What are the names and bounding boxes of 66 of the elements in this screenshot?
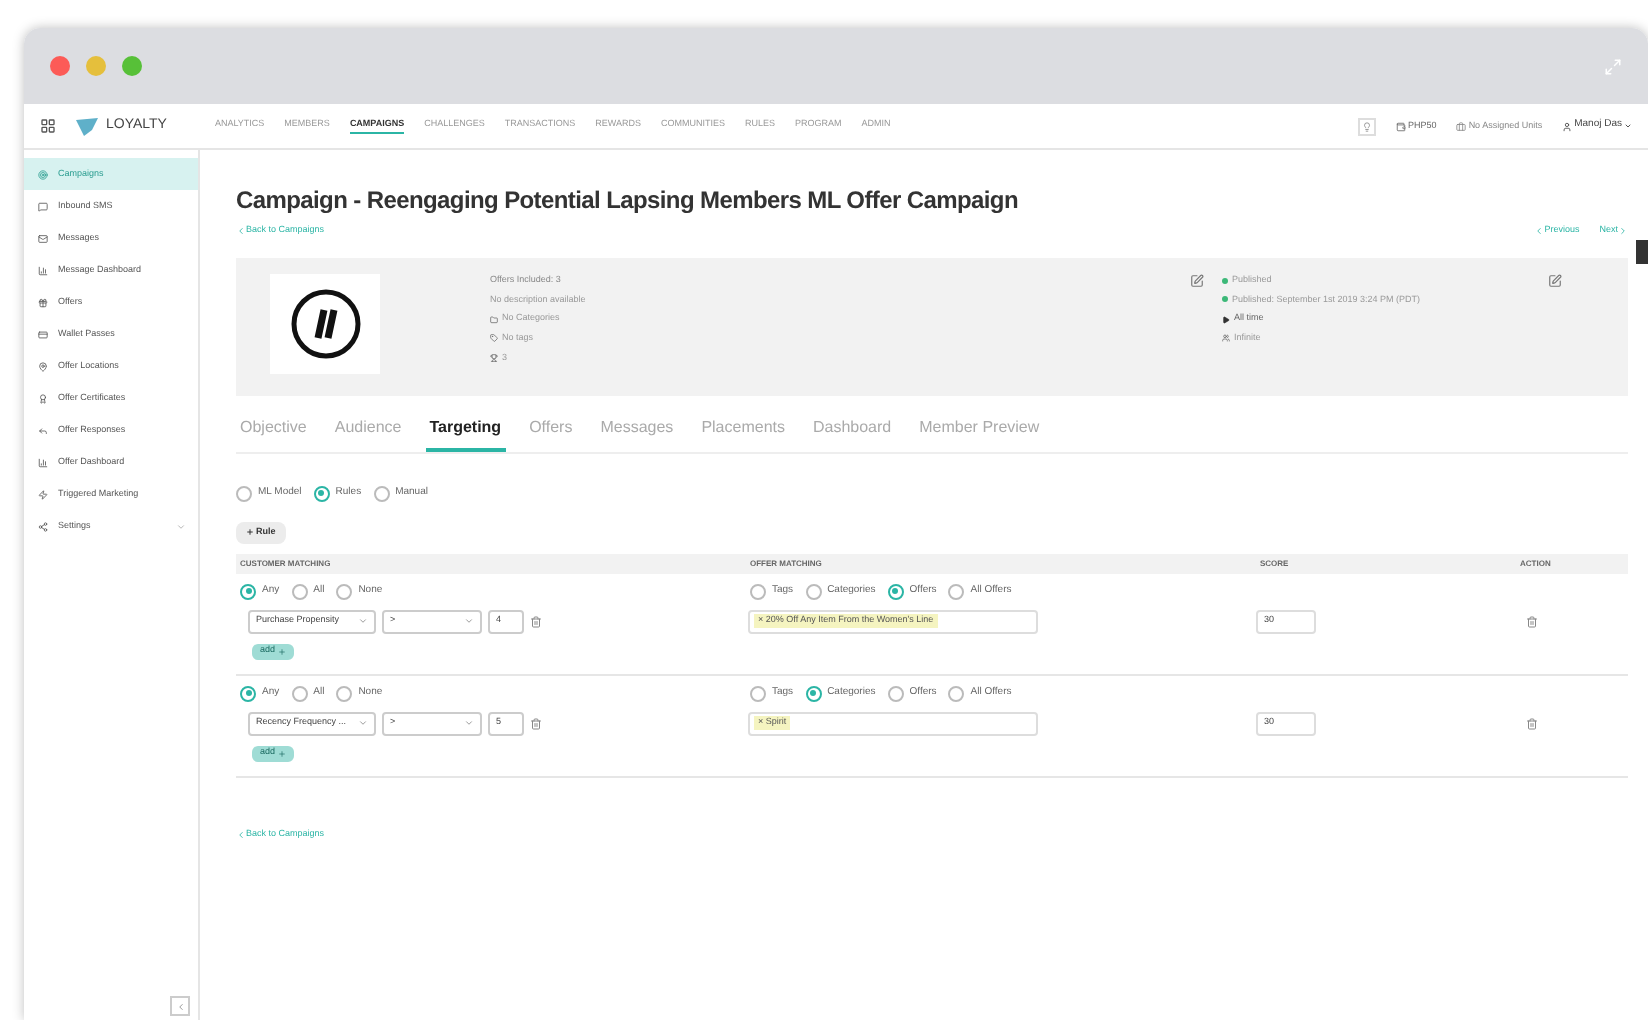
radio-button[interactable] bbox=[948, 685, 965, 702]
tag-icon bbox=[490, 334, 498, 343]
wallet-icon bbox=[1396, 121, 1407, 131]
radio-button[interactable] bbox=[336, 685, 353, 702]
chevron-left-icon bbox=[236, 225, 246, 236]
radio-button[interactable] bbox=[887, 583, 904, 600]
page-title: Campaign - Reengaging Potential Lapsing Members ML Offer Campaign bbox=[236, 184, 1020, 218]
plus-icon bbox=[277, 647, 286, 656]
users-icon bbox=[1222, 334, 1230, 343]
chevron-down-icon[interactable] bbox=[176, 521, 186, 531]
pause-logo-icon bbox=[289, 287, 361, 360]
radio-button[interactable] bbox=[240, 583, 256, 600]
radio-button[interactable] bbox=[805, 583, 822, 600]
edit-icon[interactable] bbox=[1190, 273, 1204, 288]
user-icon bbox=[1562, 121, 1573, 131]
trash-icon[interactable] bbox=[530, 615, 542, 628]
mail-icon bbox=[38, 233, 48, 243]
chevron-left-icon bbox=[236, 829, 246, 840]
chevron-down-icon bbox=[358, 718, 368, 729]
radio-button[interactable] bbox=[313, 485, 330, 502]
expand-icon[interactable] bbox=[1604, 57, 1622, 75]
chevron-down-icon bbox=[464, 718, 474, 729]
target-icon bbox=[38, 169, 48, 179]
tab[interactable]: Targeting bbox=[425, 415, 506, 452]
trash-icon[interactable] bbox=[530, 717, 542, 730]
radio-button[interactable] bbox=[948, 583, 965, 600]
card-icon bbox=[38, 329, 48, 339]
bar-chart-icon bbox=[38, 457, 48, 467]
award-icon bbox=[38, 393, 48, 403]
plus-icon bbox=[246, 528, 254, 537]
chevron-left-icon bbox=[175, 1001, 185, 1011]
gift-icon bbox=[38, 297, 48, 307]
radio-button[interactable] bbox=[291, 583, 308, 600]
hint-button[interactable] bbox=[1358, 117, 1377, 135]
radio-button[interactable] bbox=[336, 583, 353, 600]
chevron-left-icon bbox=[1534, 225, 1545, 236]
sidebar-handle-icon[interactable] bbox=[1636, 240, 1648, 264]
chat-icon bbox=[38, 201, 48, 211]
trash-icon[interactable] bbox=[1526, 615, 1538, 628]
share-icon bbox=[38, 521, 48, 531]
radio-button[interactable] bbox=[750, 685, 766, 702]
edit-icon[interactable] bbox=[1548, 273, 1562, 288]
chevron-down-icon bbox=[358, 616, 368, 627]
grid-menu-icon[interactable] bbox=[40, 118, 56, 134]
radio-button[interactable] bbox=[805, 685, 822, 702]
logo-icon bbox=[76, 117, 98, 135]
folder-icon bbox=[490, 315, 498, 324]
lightbulb-icon bbox=[1362, 121, 1373, 131]
reply-icon bbox=[38, 425, 48, 435]
radio-button[interactable] bbox=[373, 485, 390, 502]
plus-icon bbox=[277, 749, 286, 758]
radio-button[interactable] bbox=[236, 485, 252, 502]
chevron-right-icon bbox=[1618, 225, 1628, 236]
trophy-icon bbox=[490, 354, 498, 363]
chevron-down-icon bbox=[464, 616, 474, 627]
radio-button[interactable] bbox=[887, 685, 904, 702]
play-icon bbox=[1222, 315, 1230, 324]
lightning-icon bbox=[38, 489, 48, 499]
trash-icon[interactable] bbox=[1526, 717, 1538, 730]
collapse-button[interactable] bbox=[170, 996, 190, 1016]
briefcase-icon bbox=[1456, 121, 1467, 131]
radio-button[interactable] bbox=[750, 583, 766, 600]
pin-icon bbox=[38, 361, 48, 371]
radio-button[interactable] bbox=[291, 685, 308, 702]
radio-button[interactable] bbox=[240, 685, 256, 702]
bar-chart-icon bbox=[38, 265, 48, 275]
